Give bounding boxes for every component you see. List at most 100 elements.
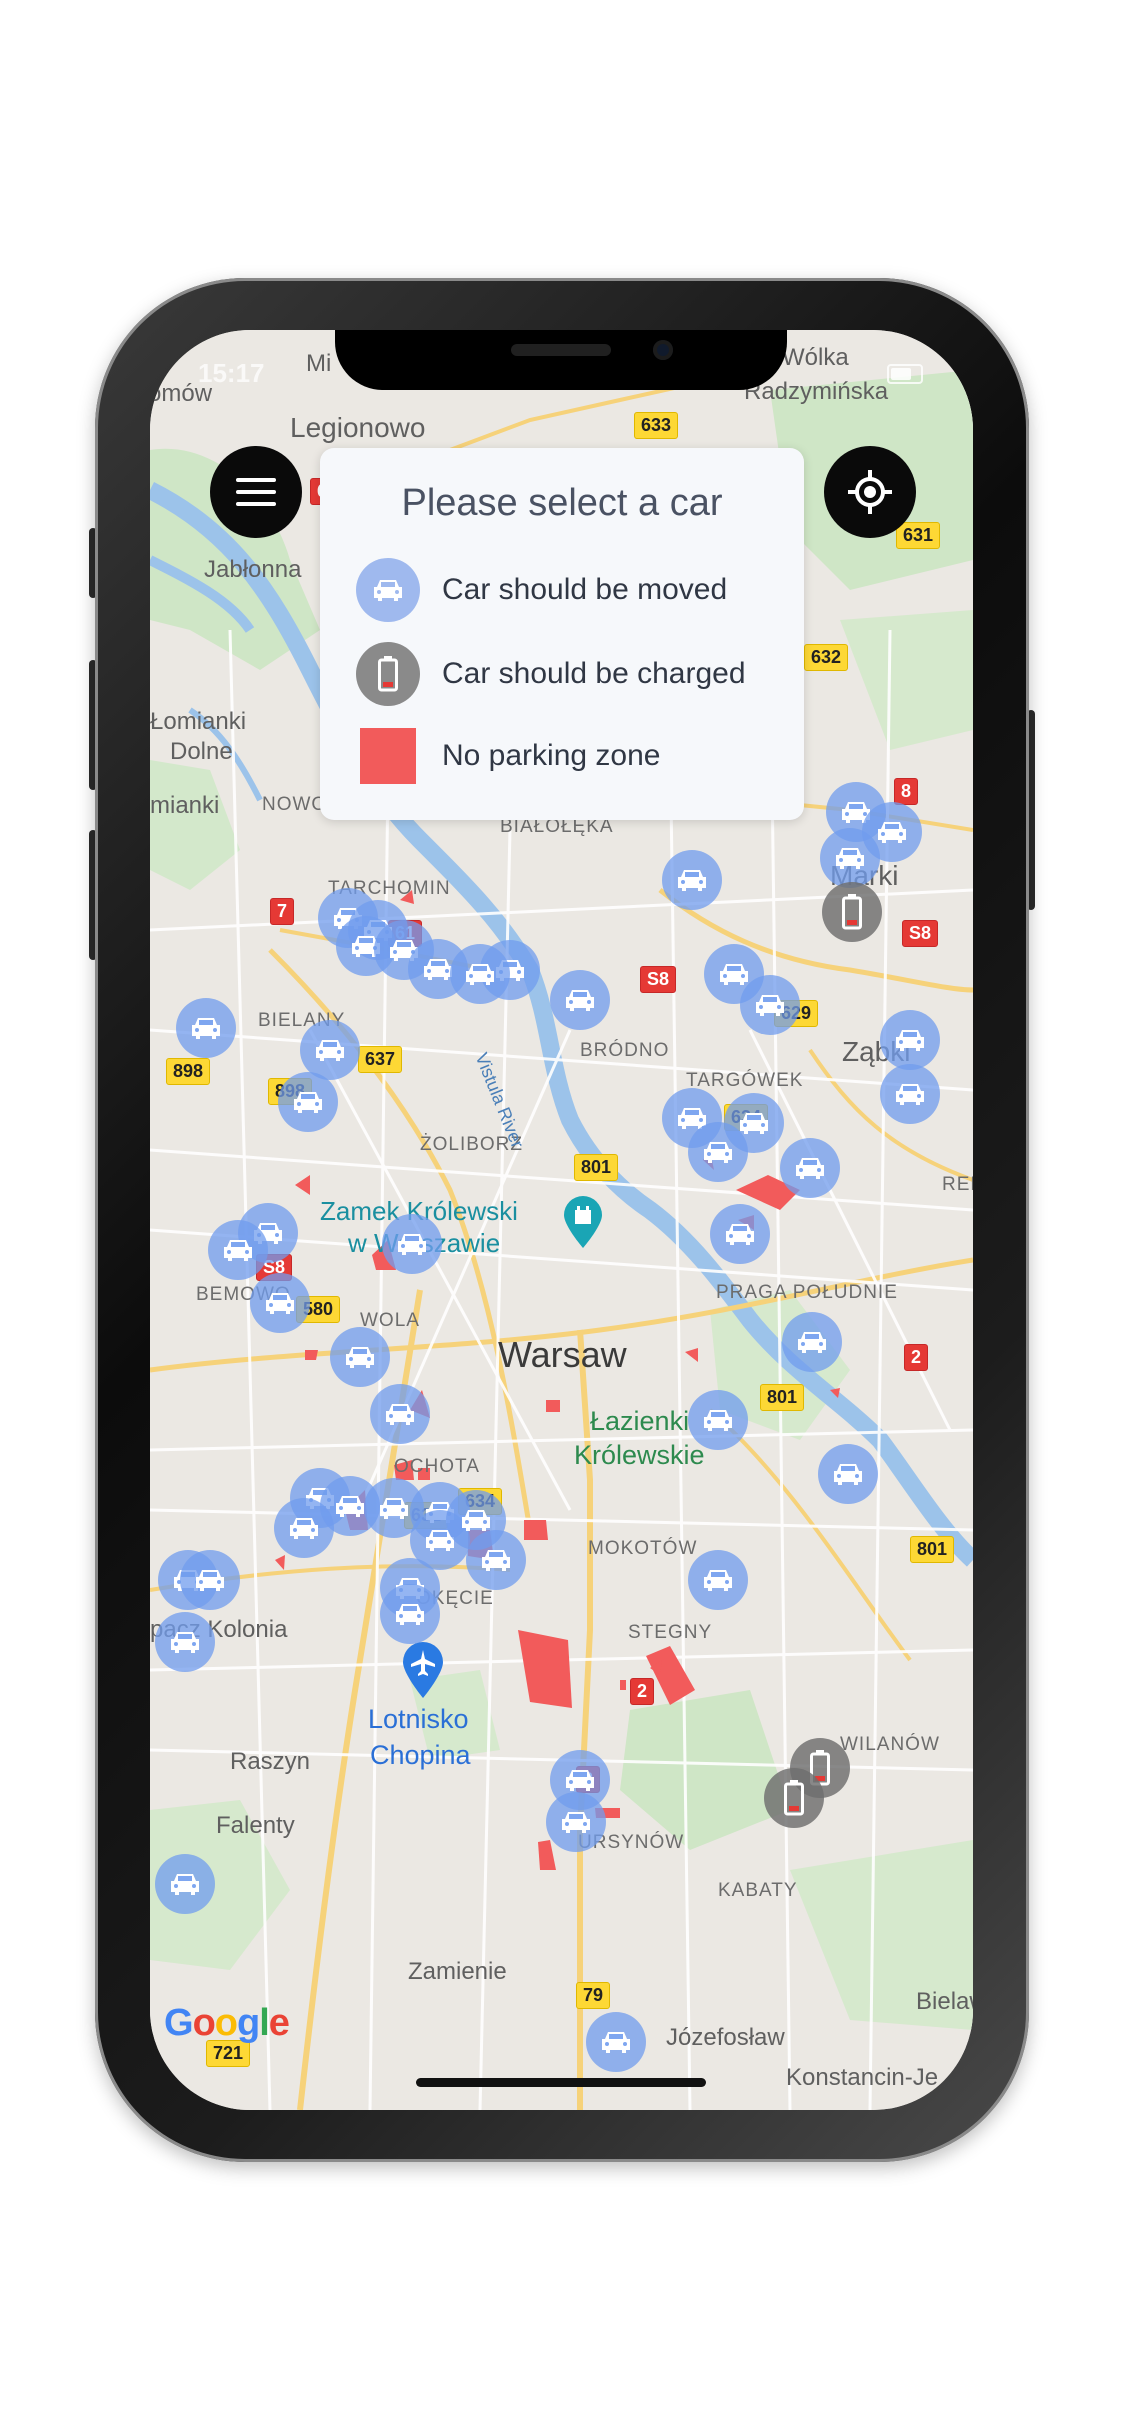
car-marker-move[interactable] bbox=[880, 1064, 940, 1124]
car-marker-move[interactable] bbox=[450, 944, 510, 1004]
road-sign: 2 bbox=[904, 1344, 929, 1371]
notch bbox=[335, 330, 787, 390]
car-marker-move[interactable] bbox=[466, 1530, 526, 1590]
legend-label-move: Car should be moved bbox=[442, 573, 728, 606]
map-label-raszyn: Raszyn bbox=[230, 1748, 311, 1775]
car-marker-move[interactable] bbox=[278, 1072, 338, 1132]
app-screen: Legionowo Mi omów Wólka Radzymińska Jabł… bbox=[150, 330, 973, 2110]
map-label-mi: Mi bbox=[306, 350, 332, 377]
road-sign: 7 bbox=[270, 898, 295, 925]
car-marker-move[interactable] bbox=[176, 998, 236, 1058]
map-label-brodno: BRÓDNO bbox=[580, 1040, 670, 1061]
car-marker-move[interactable] bbox=[546, 1792, 606, 1852]
map-label-radzyminska: Radzymińska bbox=[744, 378, 889, 405]
home-indicator bbox=[416, 2078, 706, 2087]
hamburger-icon-line bbox=[236, 502, 276, 506]
car-marker-move[interactable] bbox=[382, 1214, 442, 1274]
road-sign: 801 bbox=[574, 1154, 619, 1181]
car-marker-move[interactable] bbox=[380, 1584, 440, 1644]
car-marker-charge[interactable] bbox=[764, 1768, 824, 1828]
road-sign: 632 bbox=[804, 644, 849, 671]
car-marker-move[interactable] bbox=[250, 1273, 310, 1333]
car-marker-move[interactable] bbox=[880, 1010, 940, 1070]
locate-me-button[interactable] bbox=[824, 446, 916, 538]
hamburger-icon-line bbox=[236, 490, 276, 494]
car-marker-move[interactable] bbox=[740, 975, 800, 1035]
car-marker-move[interactable] bbox=[818, 1444, 878, 1504]
map-label-lotnisko-1: Lotnisko bbox=[368, 1704, 469, 1734]
road-sign: S8 bbox=[902, 920, 939, 947]
map-label-bielaw: Bielaw bbox=[916, 1988, 973, 2015]
map-label-mokotow: MOKOTÓW bbox=[588, 1538, 698, 1559]
car-marker-move[interactable] bbox=[330, 1327, 390, 1387]
car-marker-move[interactable] bbox=[180, 1550, 240, 1610]
map-label-warsaw: Warsaw bbox=[498, 1334, 627, 1375]
map-label-ochota: OCHOTA bbox=[394, 1456, 480, 1477]
map-label-nowo: NOWO bbox=[262, 794, 328, 815]
car-marker-move[interactable] bbox=[780, 1138, 840, 1198]
battery-icon bbox=[887, 364, 923, 384]
map-label-wilanow: WILANÓW bbox=[840, 1734, 940, 1755]
map-label-kabaty: KABATY bbox=[718, 1880, 798, 1901]
road-sign: 79 bbox=[576, 1982, 611, 2009]
car-marker-move[interactable] bbox=[550, 970, 610, 1030]
car-marker-move[interactable] bbox=[300, 1020, 360, 1080]
car-marker-charge[interactable] bbox=[822, 882, 882, 942]
map-label-stegny: STEGNY bbox=[628, 1622, 713, 1643]
car-marker-move[interactable] bbox=[208, 1220, 268, 1280]
car-marker-move[interactable] bbox=[688, 1390, 748, 1450]
map-label-rem: REM bbox=[942, 1174, 973, 1195]
map-label-lazienki-2: Królewskie bbox=[574, 1440, 705, 1470]
car-marker-move[interactable] bbox=[724, 1093, 784, 1153]
map-label-lomianki-dolne-1: Łomianki bbox=[150, 708, 247, 735]
road-sign: S8 bbox=[640, 966, 677, 993]
car-icon bbox=[356, 558, 420, 622]
map-label-lotnisko-2: Chopina bbox=[370, 1740, 471, 1770]
road-sign: 801 bbox=[910, 1536, 955, 1563]
menu-button[interactable] bbox=[210, 446, 302, 538]
road-sign: 8 bbox=[894, 778, 919, 805]
airport-pin-icon bbox=[401, 1642, 445, 1698]
google-logo: Google bbox=[164, 2002, 290, 2044]
car-marker-move[interactable] bbox=[586, 2012, 646, 2072]
map-label-jablonna: Jabłonna bbox=[204, 556, 302, 583]
car-marker-move[interactable] bbox=[370, 1384, 430, 1444]
legend-title: Please select a car bbox=[401, 482, 723, 524]
legend-label-no-parking: No parking zone bbox=[442, 739, 661, 772]
road-sign: 801 bbox=[760, 1384, 805, 1411]
car-marker-move[interactable] bbox=[820, 828, 880, 888]
road-sign: 898 bbox=[166, 1058, 211, 1085]
road-sign: 2 bbox=[630, 1678, 655, 1705]
map-label-konstancin: Konstancin-Je bbox=[786, 2064, 939, 2091]
map-label-legionowo: Legionowo bbox=[290, 412, 426, 443]
legend-row-move: Car should be moved bbox=[356, 558, 727, 622]
map-label-praga: PRAGA POŁUDNIE bbox=[716, 1282, 898, 1303]
landmark-pin-icon bbox=[562, 1196, 604, 1248]
map-label-targowek: TARGÓWEK bbox=[686, 1070, 804, 1091]
legend-label-charge: Car should be charged bbox=[442, 657, 746, 690]
car-marker-move[interactable] bbox=[662, 850, 722, 910]
map-label-wolka: Wólka bbox=[782, 344, 849, 371]
car-marker-move[interactable] bbox=[688, 1550, 748, 1610]
hamburger-icon bbox=[236, 478, 276, 482]
no-parking-swatch bbox=[360, 728, 416, 784]
map-label-zamienie: Zamienie bbox=[408, 1958, 507, 1985]
legend-card: Please select a car Car should be moved … bbox=[320, 448, 804, 820]
legend-row-no-parking: No parking zone bbox=[356, 728, 660, 784]
legend-row-charge: Car should be charged bbox=[356, 642, 746, 706]
speaker-grill bbox=[511, 344, 611, 356]
map-label-lomianki-dolne-2: Dolne bbox=[170, 738, 233, 765]
car-marker-move[interactable] bbox=[155, 1612, 215, 1672]
car-marker-move[interactable] bbox=[155, 1854, 215, 1914]
map-label-lomianki: mianki bbox=[150, 792, 220, 819]
front-camera bbox=[653, 340, 673, 360]
road-sign: 631 bbox=[896, 522, 941, 549]
battery-low-icon bbox=[356, 642, 420, 706]
map-label-falenty: Falenty bbox=[216, 1812, 295, 1839]
map-label-lazienki-1: Łazienki bbox=[590, 1406, 690, 1436]
crosshair-icon bbox=[848, 470, 892, 514]
car-marker-move[interactable] bbox=[710, 1204, 770, 1264]
car-marker-move[interactable] bbox=[782, 1312, 842, 1372]
map-label-jozefoslaw: Józefosław bbox=[666, 2024, 785, 2051]
road-sign: 633 bbox=[634, 412, 679, 439]
